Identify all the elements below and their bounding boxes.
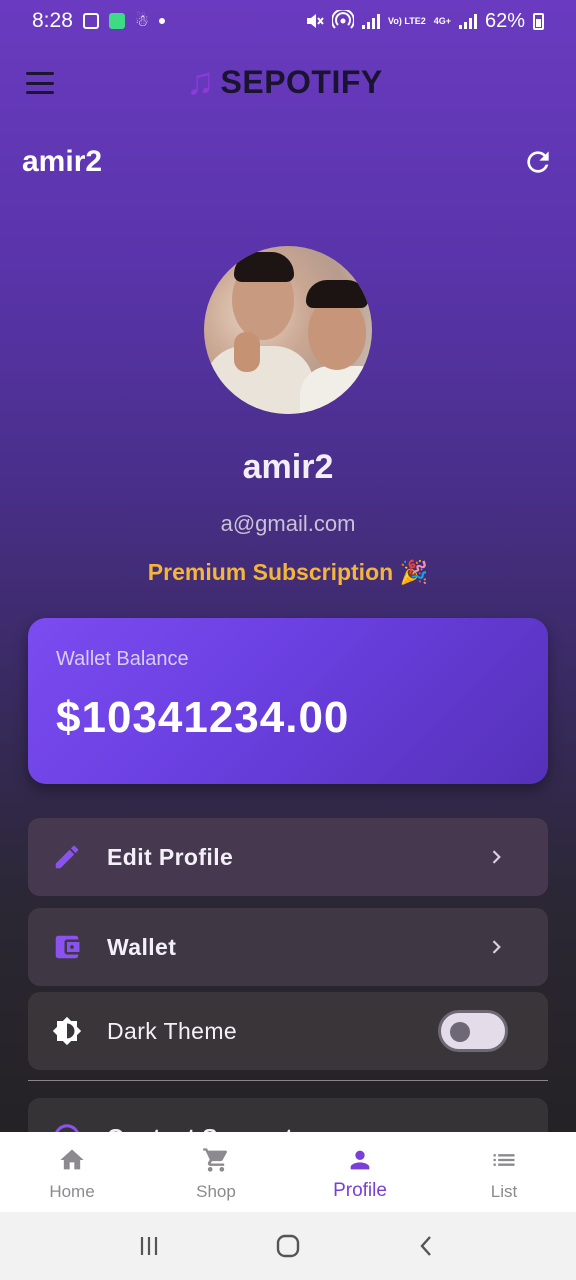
more-notifications-dot bbox=[159, 18, 166, 24]
nav-list[interactable]: List bbox=[432, 1132, 576, 1212]
profile-screen: 8:28 ☃ Vo) LTE2 4G+ 62% ♫ SEPOTIFY amir2 bbox=[0, 0, 576, 1132]
status-time: 8:28 bbox=[32, 9, 73, 32]
status-bar: 8:28 ☃ Vo) LTE2 4G+ 62% bbox=[0, 0, 576, 42]
person-icon bbox=[350, 1150, 370, 1170]
mute-icon bbox=[307, 14, 324, 28]
network-type: 4G+ bbox=[433, 15, 451, 26]
hamburger-menu-icon[interactable] bbox=[26, 72, 54, 94]
list-icon bbox=[493, 1154, 515, 1166]
wallet-balance-amount: $10341234.00 bbox=[56, 693, 350, 742]
app-title: SEPOTIFY bbox=[220, 63, 383, 100]
bottom-navigation: Home Shop Profile List bbox=[0, 1132, 576, 1212]
wallet-icon bbox=[55, 935, 80, 959]
app-bar: ♫ SEPOTIFY bbox=[0, 50, 576, 116]
edit-profile-label: Edit Profile bbox=[107, 843, 234, 870]
nav-home-label: Home bbox=[49, 1182, 95, 1201]
nav-home[interactable]: Home bbox=[0, 1132, 144, 1212]
system-navigation-bar bbox=[0, 1212, 576, 1280]
contact-support-label: Contact Support bbox=[107, 1124, 293, 1133]
home-circle-icon bbox=[276, 1234, 300, 1258]
recents-icon bbox=[141, 1237, 158, 1255]
signal-1-icon bbox=[362, 13, 381, 29]
dark-theme-toggle[interactable] bbox=[438, 1010, 508, 1052]
bug-icon: ☃ bbox=[134, 13, 150, 30]
dark-theme-label: Dark Theme bbox=[107, 1017, 238, 1044]
support-icon bbox=[55, 1124, 79, 1132]
wallet-balance-card: Wallet Balance $10341234.00 bbox=[28, 618, 548, 784]
subscription-status: Premium Subscription 🎉 bbox=[147, 559, 429, 585]
nav-shop-label: Shop bbox=[196, 1182, 236, 1201]
volte-indicator: Vo) LTE2 bbox=[388, 15, 426, 26]
dark-theme-row: Dark Theme bbox=[28, 992, 548, 1070]
chevron-right-icon bbox=[492, 940, 501, 954]
app-brand: ♫ SEPOTIFY bbox=[186, 62, 383, 102]
back-button[interactable] bbox=[407, 1226, 447, 1266]
wallet-label: Wallet bbox=[107, 933, 177, 960]
signal-2-icon bbox=[458, 13, 477, 29]
recent-apps-button[interactable] bbox=[129, 1226, 169, 1266]
profile-header: amir2 bbox=[22, 140, 554, 184]
header-username: amir2 bbox=[22, 145, 103, 178]
app-notification-icon bbox=[108, 13, 125, 29]
music-note-icon: ♫ bbox=[186, 61, 215, 103]
wallet-button[interactable]: Wallet bbox=[28, 908, 548, 986]
contact-support-button[interactable]: Contact Support bbox=[28, 1098, 548, 1132]
home-icon bbox=[60, 1149, 84, 1170]
edit-profile-button[interactable]: Edit Profile bbox=[28, 818, 548, 896]
cart-icon bbox=[203, 1148, 227, 1172]
hotspot-icon bbox=[332, 10, 355, 29]
battery-icon bbox=[533, 12, 544, 30]
chevron-right-icon bbox=[492, 850, 501, 864]
brightness-icon bbox=[52, 1016, 82, 1046]
avatar bbox=[204, 246, 372, 414]
profile-name: amir2 bbox=[242, 448, 334, 486]
battery-percent: 62% bbox=[484, 9, 525, 32]
wallet-balance-label: Wallet Balance bbox=[56, 648, 189, 670]
gallery-icon bbox=[82, 13, 99, 29]
profile-email: a@gmail.com bbox=[220, 511, 356, 536]
nav-profile-label: Profile bbox=[333, 1180, 387, 1201]
nav-shop[interactable]: Shop bbox=[144, 1132, 288, 1212]
nav-list-label: List bbox=[490, 1182, 518, 1201]
back-chevron-icon bbox=[420, 1236, 431, 1256]
divider bbox=[28, 1080, 548, 1081]
nav-profile[interactable]: Profile bbox=[288, 1132, 432, 1212]
refresh-icon[interactable] bbox=[522, 146, 554, 178]
pencil-icon bbox=[55, 845, 79, 869]
home-system-button[interactable] bbox=[268, 1226, 308, 1266]
